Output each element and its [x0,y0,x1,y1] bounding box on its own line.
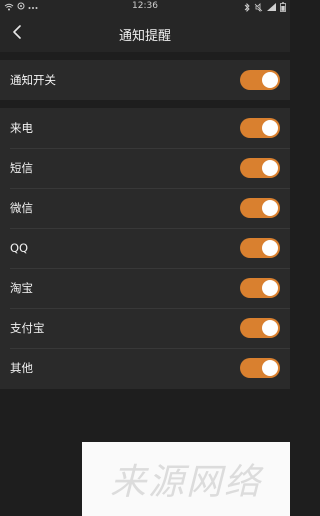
app-header: 通知提醒 [0,14,290,52]
setting-label: 其他 [10,361,33,375]
setting-row-calls: 来电 [0,108,290,148]
watermark: 来源网络 [82,442,290,516]
calls-toggle[interactable] [240,118,280,138]
sms-toggle[interactable] [240,158,280,178]
setting-label: QQ [10,241,29,255]
setting-label: 淘宝 [10,281,33,295]
toggle-knob [262,280,278,296]
setting-row-other: 其他 [0,348,290,388]
setting-label: 来电 [10,121,33,135]
toggle-knob [262,360,278,376]
status-bar: 12:36 [0,0,290,14]
setting-label: 支付宝 [10,321,45,335]
toggle-knob [262,320,278,336]
mute-icon [254,2,263,15]
setting-row-qq: QQ [0,228,290,268]
master-toggle[interactable] [240,70,280,90]
notification-settings-screen: 12:36 通知提醒 通知开关 来电 短信 微信 QQ 淘宝 支付宝 其他 来源… [0,0,290,516]
setting-label: 微信 [10,201,33,215]
setting-row-wechat: 微信 [0,188,290,228]
wechat-toggle[interactable] [240,198,280,218]
setting-row-master: 通知开关 [0,60,290,100]
toggle-knob [262,120,278,136]
toggle-knob [262,160,278,176]
page-title: 通知提醒 [118,29,171,44]
toggle-knob [262,72,278,88]
toggle-knob [262,200,278,216]
other-toggle[interactable] [240,358,280,378]
taobao-toggle[interactable] [240,278,280,298]
watermark-text: 来源网络 [109,462,262,503]
app-switches-section: 来电 短信 微信 QQ 淘宝 支付宝 其他 [0,108,290,389]
alipay-toggle[interactable] [240,318,280,338]
master-switch-section: 通知开关 [0,60,290,100]
setting-row-alipay: 支付宝 [0,308,290,348]
setting-row-taobao: 淘宝 [0,268,290,308]
bluetooth-icon [244,2,250,15]
signal-icon [267,3,276,14]
qq-toggle[interactable] [240,238,280,258]
toggle-knob [262,240,278,256]
setting-label: 通知开关 [10,73,56,87]
setting-row-sms: 短信 [0,148,290,188]
setting-label: 短信 [10,161,33,175]
